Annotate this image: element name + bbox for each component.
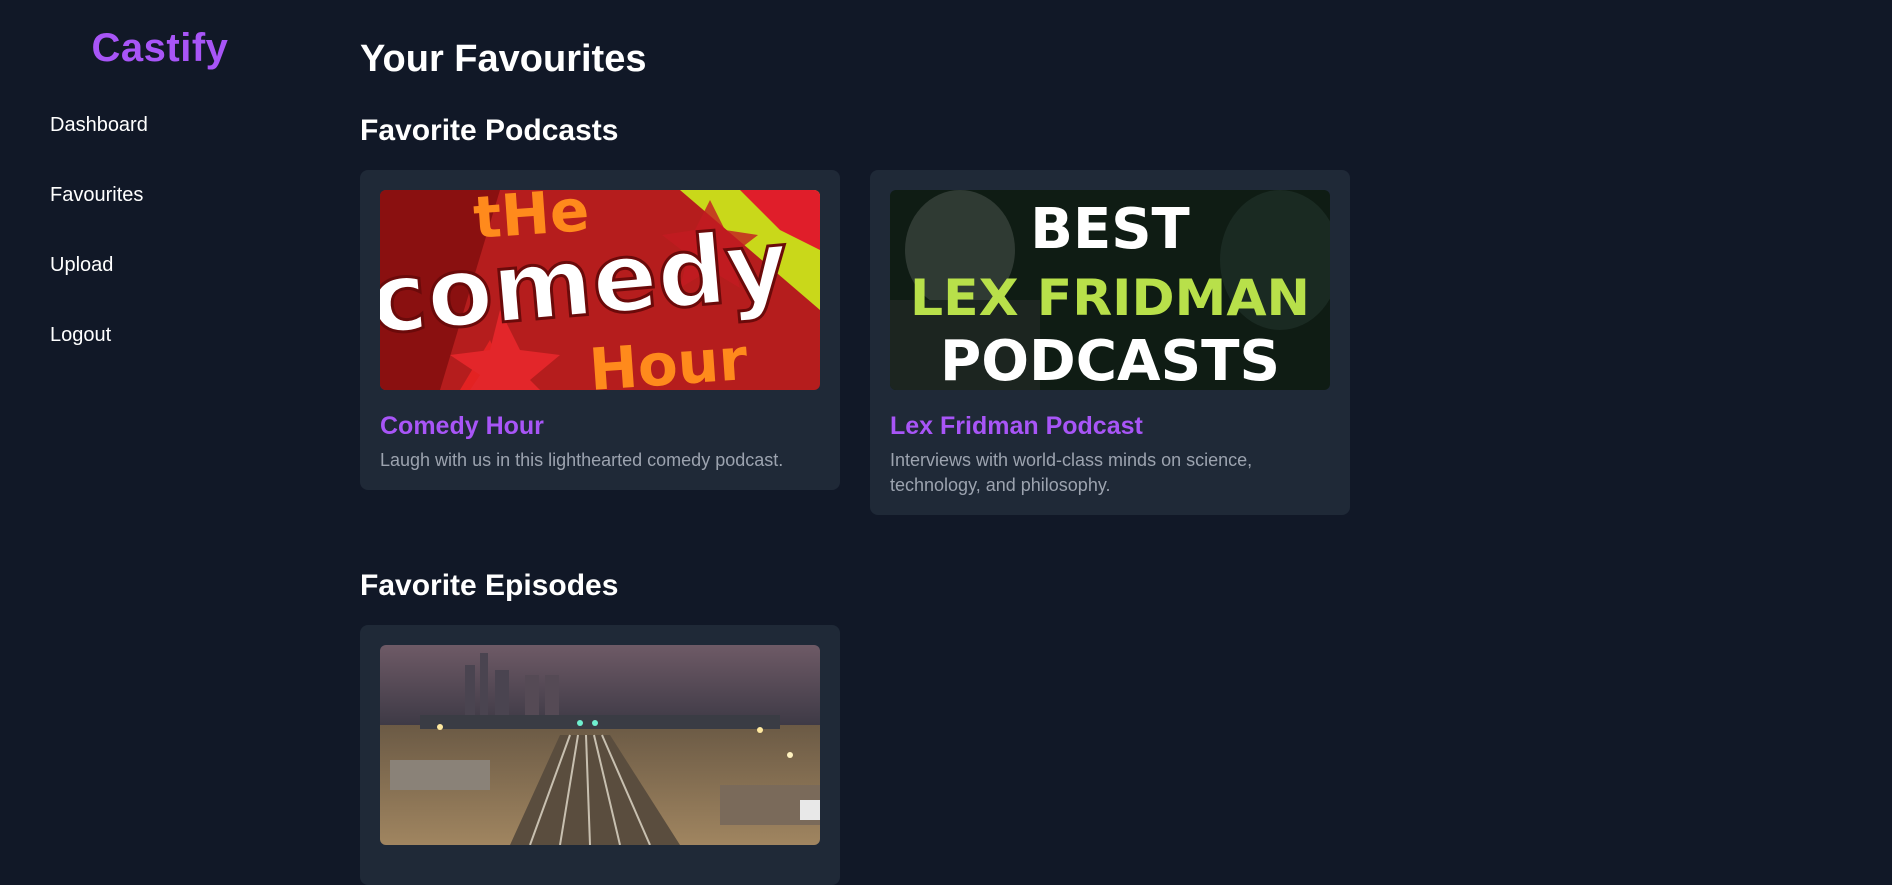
favorite-episodes-heading: Favorite Episodes <box>360 569 618 603</box>
app-logo[interactable]: Castify <box>0 26 320 71</box>
thumb-text-line-1: BEST <box>1030 197 1189 262</box>
thumb-text-line-3: PODCASTS <box>940 329 1280 390</box>
podcast-title[interactable]: Comedy Hour <box>380 412 544 441</box>
podcast-thumbnail: BEST LEX FRIDMAN PODCASTS <box>890 190 1330 390</box>
sidebar: Castify Dashboard Favourites Upload Logo… <box>0 0 320 860</box>
sidebar-item-dashboard[interactable]: Dashboard <box>50 114 148 137</box>
podcast-description: Interviews with world-class minds on sci… <box>890 448 1330 498</box>
page-title: Your Favourites <box>360 38 646 81</box>
favorite-podcasts-heading: Favorite Podcasts <box>360 114 618 148</box>
podcast-title[interactable]: Lex Fridman Podcast <box>890 412 1143 441</box>
podcast-card-comedy-hour[interactable]: tHe comedy Hour Comedy Hour Laugh with u… <box>360 170 840 490</box>
sidebar-item-logout[interactable]: Logout <box>50 324 111 347</box>
episode-card[interactable] <box>360 625 840 885</box>
podcast-description: Laugh with us in this lighthearted comed… <box>380 448 820 473</box>
podcast-card-lex-fridman[interactable]: BEST LEX FRIDMAN PODCASTS Lex Fridman Po… <box>870 170 1350 515</box>
main-content: Your Favourites Favorite Podcasts tHe co… <box>360 0 1892 860</box>
sidebar-item-favourites[interactable]: Favourites <box>50 184 143 207</box>
thumb-text-line-3: Hour <box>587 325 750 390</box>
podcast-thumbnail: tHe comedy Hour <box>380 190 820 390</box>
sidebar-item-upload[interactable]: Upload <box>50 254 113 277</box>
episode-thumbnail <box>380 645 820 845</box>
thumb-text-line-2: LEX FRIDMAN <box>910 269 1310 327</box>
